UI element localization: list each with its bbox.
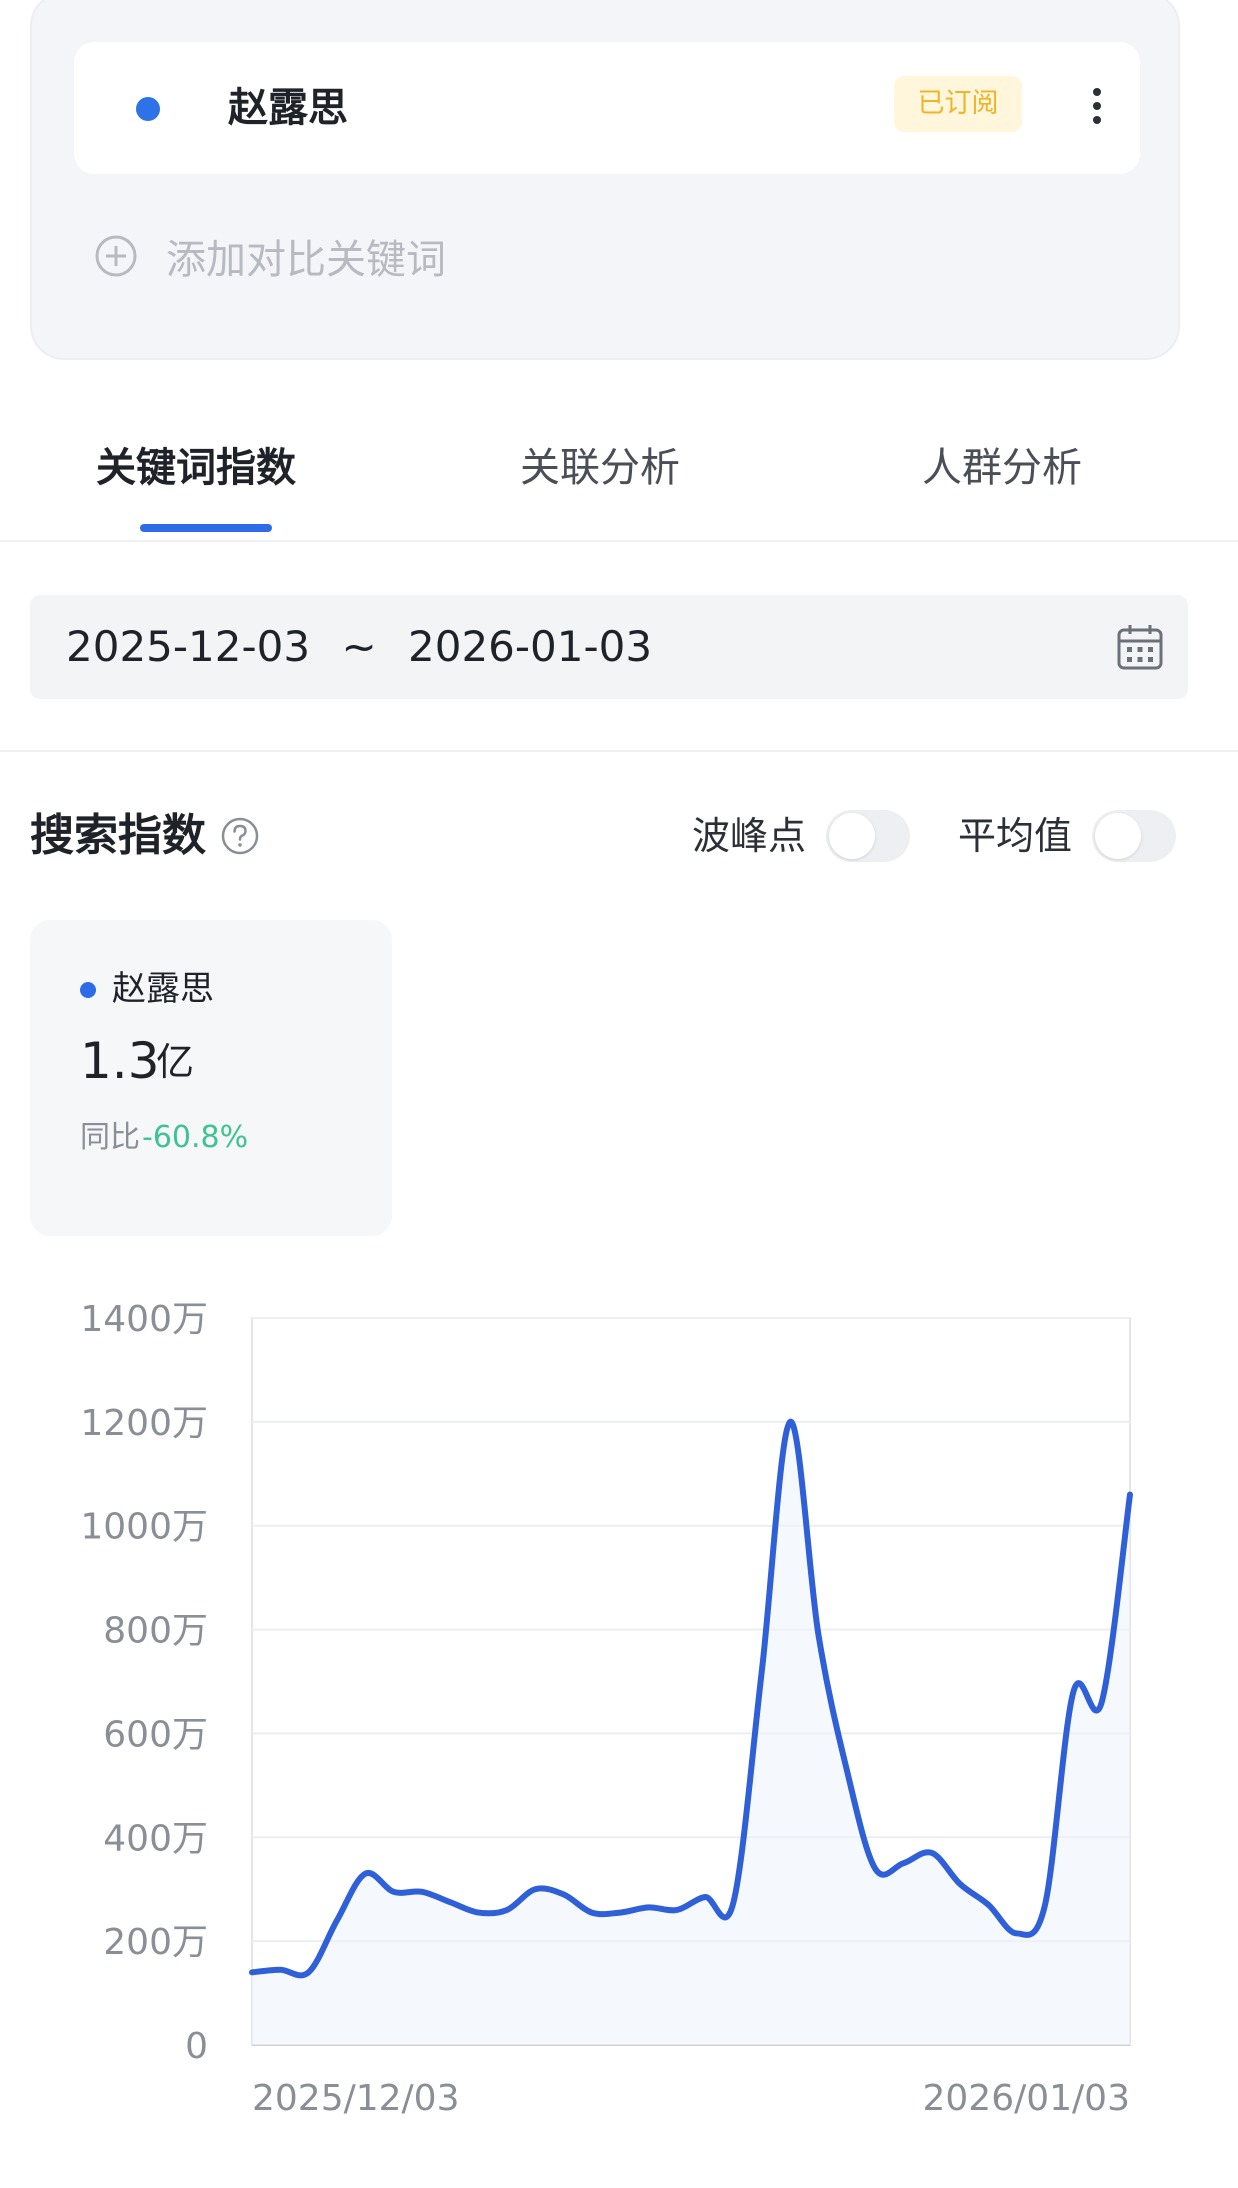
keyword-name: 赵露思 xyxy=(228,85,348,131)
yoy-value: -60.8% xyxy=(142,1120,249,1155)
summary-unit: 亿 xyxy=(156,1040,195,1084)
add-compare-keyword-label: 添加对比关键词 xyxy=(166,237,446,283)
add-compare-keyword-button[interactable]: 添加对比关键词 xyxy=(94,226,446,286)
average-toggle-knob xyxy=(1095,813,1141,859)
y-tick-label: 1200万 xyxy=(80,1403,208,1444)
summary-value: 1.3 xyxy=(80,1032,160,1090)
tab-related-analysis[interactable]: 关联分析 xyxy=(520,438,680,498)
active-tab-indicator xyxy=(140,524,272,532)
y-tick-label: 1000万 xyxy=(80,1507,208,1548)
average-toggle[interactable] xyxy=(1092,810,1176,862)
date-end: 2026-01-03 xyxy=(408,622,653,671)
average-label: 平均值 xyxy=(958,814,1073,858)
plus-circle-icon xyxy=(95,235,137,277)
y-tick-label: 600万 xyxy=(103,1714,208,1755)
subscribed-badge: 已订阅 xyxy=(894,76,1022,132)
y-tick-label: 0 xyxy=(185,2026,208,2067)
keyword-row[interactable]: 赵露思 已订阅 xyxy=(74,42,1140,174)
x-tick-label: 2026/01/03 xyxy=(923,2078,1131,2119)
y-tick-label: 400万 xyxy=(103,1818,208,1859)
help-circle-icon[interactable] xyxy=(220,816,260,856)
keyword-card: 赵露思 已订阅 添加对比关键词 xyxy=(30,0,1180,360)
search-index-chart: 0 200万 400万 600万 800万 1000万 1200万 1400万 2025/12/… xyxy=(80,1299,1133,2119)
y-tick-label: 200万 xyxy=(103,1922,208,1963)
peak-point-toggle[interactable] xyxy=(826,810,910,862)
tab-audience-analysis[interactable]: 人群分析 xyxy=(922,438,1082,498)
more-vertical-icon[interactable] xyxy=(1082,72,1112,142)
date-separator: ~ xyxy=(341,622,377,671)
date-start: 2025-12-03 xyxy=(66,622,311,671)
date-range-text: 2025-12-03 ~ 2026-01-03 xyxy=(66,619,652,675)
summary-card: 赵露思 1.3 亿 同比 -60.8% xyxy=(30,920,392,1236)
yoy-label: 同比 xyxy=(80,1120,140,1155)
summary-color-dot xyxy=(80,982,96,998)
date-range-picker[interactable]: 2025-12-03 ~ 2026-01-03 xyxy=(30,595,1188,699)
x-tick-label: 2025/12/03 xyxy=(252,2078,460,2119)
peak-point-toggle-knob xyxy=(829,813,875,859)
y-tick-label: 1400万 xyxy=(80,1299,208,1340)
tab-bar: 关键词指数 关联分析 人群分析 xyxy=(0,420,1238,542)
calendar-icon[interactable] xyxy=(1114,621,1166,673)
search-index-title: 搜索指数 xyxy=(30,810,206,861)
y-tick-label: 800万 xyxy=(103,1611,208,1652)
summary-keyword: 赵露思 xyxy=(112,969,214,1009)
section-divider xyxy=(0,750,1238,752)
keyword-color-dot xyxy=(136,97,160,121)
peak-point-label: 波峰点 xyxy=(692,814,807,858)
tab-keyword-index[interactable]: 关键词指数 xyxy=(96,438,296,498)
